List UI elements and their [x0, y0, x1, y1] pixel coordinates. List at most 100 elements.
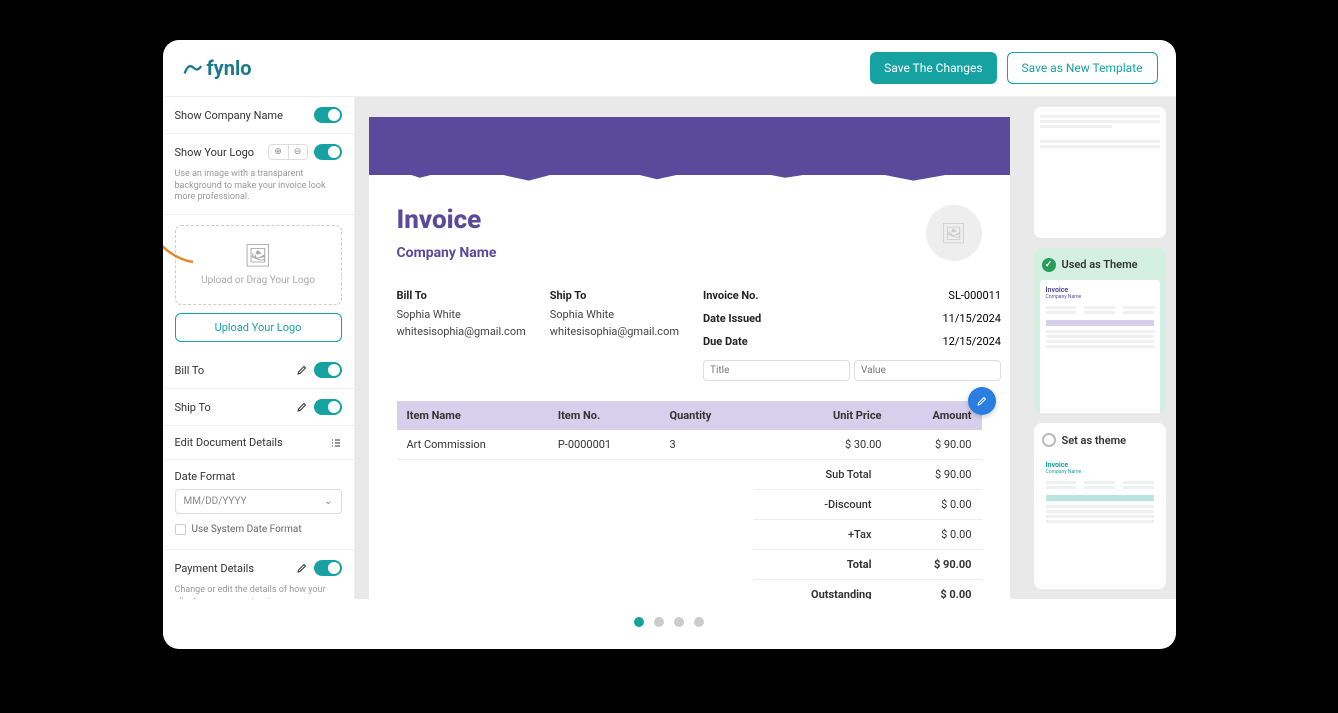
totals-row: Outstanding$ 0.00 [397, 580, 982, 600]
ship-to-heading: Ship To [550, 289, 679, 302]
page-dot-2[interactable] [654, 617, 664, 627]
date-issued-label: Date Issued [703, 312, 761, 325]
topbar: fynlo Save The Changes Save as New Templ… [163, 40, 1176, 97]
save-changes-button[interactable]: Save The Changes [870, 52, 996, 84]
theme-card-3[interactable]: Set as theme Invoice Company Name [1034, 423, 1166, 589]
show-logo-row: Show Your Logo ⊕ ⊖ Use an image with a t… [163, 134, 354, 215]
info-grid: Bill To Sophia White whitesisophia@gmail… [397, 289, 982, 381]
invoice-meta: Invoice No.SL-000011 Date Issued11/15/20… [703, 289, 1001, 381]
logo-placeholder: 🖼 [926, 205, 982, 261]
brand-name: fynlo [207, 56, 252, 80]
edit-doc-label: Edit Document Details [175, 436, 283, 449]
cell-amount: $ 90.00 [892, 430, 982, 460]
logo-dropzone[interactable]: 🖼 Upload or Drag Your Logo [175, 225, 342, 305]
bill-to-row: Bill To [163, 352, 354, 389]
invoice-canvas: Invoice Company Name 🖼 Bill To Sophia Wh… [355, 97, 1024, 599]
pagination-dots [163, 599, 1176, 649]
due-date-label: Due Date [703, 335, 748, 348]
company-name: Company Name [397, 245, 497, 261]
theme-preview-1 [1034, 107, 1166, 238]
show-logo-toggle[interactable] [314, 144, 342, 160]
list-icon [330, 437, 342, 449]
invoice-no-value: SL-000011 [948, 289, 1001, 308]
set-theme-label: Set as theme [1062, 434, 1127, 447]
bill-to-heading: Bill To [397, 289, 526, 302]
zoom-in-icon[interactable]: ⊕ [268, 144, 288, 160]
cell-unit: $ 30.00 [754, 430, 892, 460]
meta-value-input[interactable] [854, 360, 1001, 381]
invoice-no-label: Invoice No. [703, 289, 759, 302]
payment-details-row: Payment Details Change or edit the detai… [163, 550, 354, 599]
invoice-header-banner [369, 117, 1010, 175]
edit-icon[interactable] [296, 562, 308, 574]
check-icon: ✓ [1042, 258, 1056, 272]
cell-no: P-0000001 [548, 430, 660, 460]
meta-title-input[interactable] [703, 360, 850, 381]
total-value: $ 90.00 [892, 460, 982, 490]
theme-set-header: Set as theme [1040, 429, 1160, 455]
app-frame: Upload Your Logo to showcase your brand … [163, 40, 1176, 649]
main-area: Show Company Name Show Your Logo ⊕ ⊖ Use… [163, 97, 1176, 599]
invoice-heading: Invoice Company Name 🖼 [397, 205, 982, 261]
totals-row: -Discount$ 0.00 [397, 490, 982, 520]
edit-icon[interactable] [296, 401, 308, 413]
ship-to-label: Ship To [175, 401, 211, 414]
date-format-label: Date Format [175, 470, 342, 483]
edit-icon[interactable] [296, 364, 308, 376]
invoice-title: Invoice [397, 205, 497, 235]
use-system-label: Use System Date Format [192, 524, 302, 535]
show-company-toggle[interactable] [314, 107, 342, 123]
upload-logo-button[interactable]: Upload Your Logo [175, 313, 342, 342]
ship-to-toggle[interactable] [314, 399, 342, 415]
bill-to-email: whitesisophia@gmail.com [397, 325, 526, 338]
total-label: -Discount [754, 490, 892, 520]
col-qty: Quantity [660, 401, 754, 430]
save-as-template-button[interactable]: Save as New Template [1007, 52, 1158, 84]
radio-icon [1042, 433, 1056, 447]
show-company-row: Show Company Name [163, 97, 354, 134]
total-label: Sub Total [754, 460, 892, 490]
col-item-name: Item Name [397, 401, 548, 430]
edit-items-fab[interactable] [968, 387, 996, 415]
page-dot-1[interactable] [634, 617, 644, 627]
ship-to-email: whitesisophia@gmail.com [550, 325, 679, 338]
date-format-select[interactable]: MM/DD/YYYY ⌄ [175, 489, 342, 514]
edit-document-row[interactable]: Edit Document Details [163, 426, 354, 460]
payment-toggle[interactable] [314, 560, 342, 576]
image-icon: 🖼 [941, 221, 966, 245]
date-format-value: MM/DD/YYYY [184, 496, 247, 507]
image-upload-icon: 🖼 [184, 244, 333, 269]
theme-preview-2: Invoice Company Name [1040, 280, 1160, 414]
pencil-icon [976, 395, 988, 407]
bill-to-label: Bill To [175, 364, 205, 377]
show-logo-label: Show Your Logo [175, 146, 255, 159]
col-item-no: Item No. [548, 401, 660, 430]
total-value: $ 0.00 [892, 520, 982, 550]
zoom-out-icon[interactable]: ⊖ [288, 144, 308, 160]
page-dot-3[interactable] [674, 617, 684, 627]
page-dot-4[interactable] [694, 617, 704, 627]
cell-name: Art Commission [397, 430, 548, 460]
ship-to-name: Sophia White [550, 308, 679, 321]
use-system-date-row[interactable]: Use System Date Format [175, 520, 342, 539]
theme-card-1[interactable] [1034, 107, 1166, 238]
col-unit: Unit Price [754, 401, 892, 430]
ship-to-row: Ship To [163, 389, 354, 426]
total-value: $ 90.00 [892, 550, 982, 580]
used-theme-label: Used as Theme [1062, 258, 1138, 271]
date-format-row: Date Format MM/DD/YYYY ⌄ Use System Date… [163, 460, 354, 550]
ship-to-section: Ship To Sophia White whitesisophia@gmail… [550, 289, 679, 381]
cell-qty: 3 [660, 430, 754, 460]
total-value: $ 0.00 [892, 490, 982, 520]
brand-logo: fynlo [181, 56, 252, 80]
theme-preview-3: Invoice Company Name [1040, 455, 1160, 589]
table-row: Art CommissionP-00000013$ 30.00$ 90.00 [397, 430, 982, 460]
brand-logo-icon [181, 57, 203, 79]
theme-card-active[interactable]: ✓ Used as Theme Invoice Company Name [1034, 248, 1166, 414]
totals-row: +Tax$ 0.00 [397, 520, 982, 550]
bill-to-toggle[interactable] [314, 362, 342, 378]
items-table: Item Name Item No. Quantity Unit Price A… [397, 401, 982, 599]
bill-to-section: Bill To Sophia White whitesisophia@gmail… [397, 289, 526, 381]
use-system-checkbox[interactable] [175, 524, 186, 535]
theme-rail: ✓ Used as Theme Invoice Company Name Set… [1024, 97, 1176, 599]
